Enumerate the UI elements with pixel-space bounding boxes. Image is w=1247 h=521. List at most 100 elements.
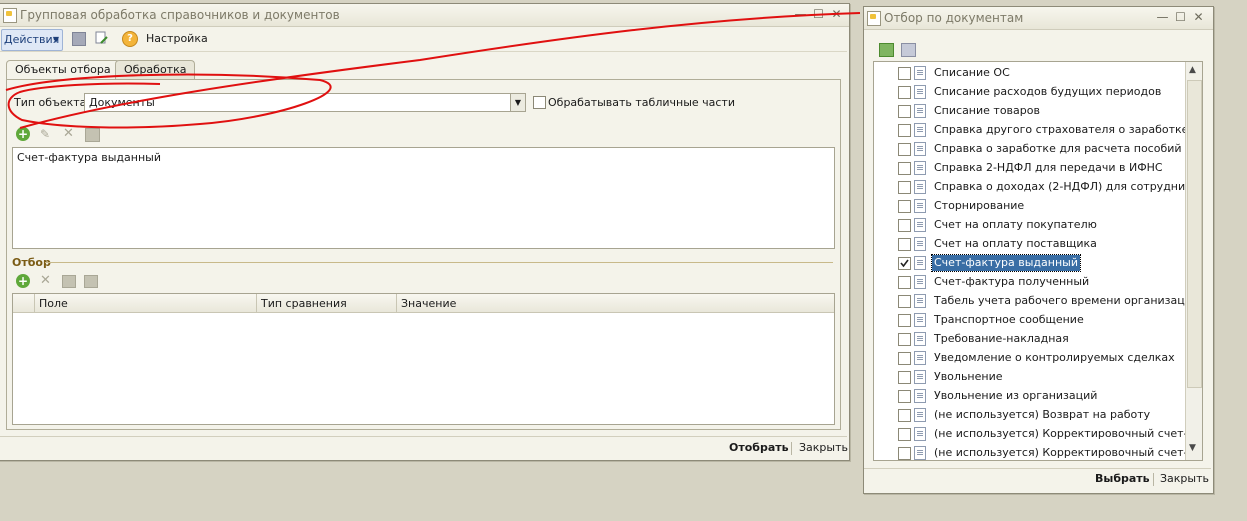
close-button[interactable]: Закрыть <box>1160 470 1209 488</box>
document-item-label[interactable]: Увольнение из организаций <box>932 388 1099 404</box>
uncheck-all-icon[interactable] <box>901 43 916 57</box>
tab-panel: Тип объекта: Документы ▼ Обрабатывать та… <box>6 79 841 430</box>
document-checkbox[interactable] <box>898 409 911 422</box>
document-checkbox[interactable] <box>898 124 911 137</box>
document-checkbox[interactable] <box>898 333 911 346</box>
document-item-label[interactable]: (не используется) Возврат на работу <box>932 407 1152 423</box>
save-list-icon[interactable] <box>85 128 100 142</box>
document-checkbox[interactable] <box>898 352 911 365</box>
scroll-up-icon[interactable]: ▲ <box>1189 65 1196 75</box>
document-item-label[interactable]: Счет-фактура полученный <box>932 274 1091 290</box>
actions-menu-label: Действия <box>4 33 60 46</box>
document-item-label[interactable]: Сторнирование <box>932 198 1026 214</box>
minimize-icon[interactable]: — <box>1156 11 1169 24</box>
document-checkbox[interactable] <box>898 390 911 403</box>
document-icon <box>914 237 926 251</box>
delete-filter-icon[interactable]: ✕ <box>40 273 51 288</box>
document-item-label[interactable]: Справка другого страхователя о заработке <box>932 122 1190 138</box>
filter-table[interactable]: Поле Тип сравнения Значение <box>12 293 835 425</box>
document-item-label[interactable]: Увольнение <box>932 369 1005 385</box>
document-checkbox[interactable] <box>898 86 911 99</box>
document-checkbox[interactable] <box>898 428 911 441</box>
filter-col-comparison[interactable]: Тип сравнения <box>257 294 397 313</box>
document-icon <box>914 275 926 289</box>
document-checkbox[interactable] <box>898 314 911 327</box>
document-checkbox[interactable] <box>898 143 911 156</box>
document-item-label[interactable]: Уведомление о контролируемых сделках <box>932 350 1177 366</box>
document-item-label[interactable]: Счет на оплату покупателю <box>932 217 1099 233</box>
filter-col-field[interactable]: Поле <box>35 294 257 313</box>
document-item-label[interactable]: (не используется) Корректировочный счет-… <box>932 426 1202 442</box>
maximize-icon[interactable]: ☐ <box>1174 11 1187 24</box>
objects-list[interactable]: Счет-фактура выданный <box>12 147 835 249</box>
object-type-select[interactable]: Документы ▼ <box>84 93 526 112</box>
filter-col-empty <box>13 294 35 313</box>
document-item-label[interactable]: Транспортное сообщение <box>932 312 1086 328</box>
check-all-icon[interactable] <box>879 43 894 57</box>
footer-separator <box>1153 473 1154 486</box>
document-checkbox[interactable] <box>898 257 911 270</box>
choose-button[interactable]: Выбрать <box>1095 470 1150 488</box>
document-checkbox[interactable] <box>898 276 911 289</box>
process-tables-label: Обрабатывать табличные части <box>548 96 735 109</box>
add-filter-icon[interactable]: + <box>16 274 30 288</box>
save-icon[interactable] <box>72 32 86 46</box>
main-titlebar[interactable]: Групповая обработка справочников и докум… <box>0 4 849 27</box>
tab-selection-objects[interactable]: Объекты отбора <box>6 60 120 80</box>
maximize-icon[interactable]: ☐ <box>812 8 825 21</box>
document-item-label[interactable]: Счет на оплату поставщика <box>932 236 1099 252</box>
refresh-icon[interactable] <box>95 31 108 45</box>
document-item-label[interactable]: (не используется) Корректировочный счет-… <box>932 445 1202 460</box>
scroll-down-icon[interactable]: ▼ <box>1189 443 1196 453</box>
document-icon <box>914 199 926 213</box>
delete-icon[interactable]: ✕ <box>63 126 74 141</box>
close-button[interactable]: Закрыть <box>799 439 848 457</box>
doc-filter-titlebar[interactable]: Отбор по документам — ☐ ✕ <box>864 7 1213 30</box>
document-item-label[interactable]: Требование-накладная <box>932 331 1071 347</box>
document-item-label[interactable]: Списание товаров <box>932 103 1042 119</box>
scroll-thumb[interactable] <box>1187 80 1202 388</box>
document-item-label[interactable]: Справка о доходах (2-НДФЛ) для сотрудник… <box>932 179 1202 195</box>
document-checkbox[interactable] <box>898 295 911 308</box>
tab-processing[interactable]: Обработка <box>115 60 196 79</box>
document-icon <box>914 66 926 80</box>
edit-icon[interactable]: ✎ <box>40 127 50 141</box>
document-icon <box>914 389 926 403</box>
document-list[interactable]: Списание ОС Списание расходов будущих пер… <box>873 61 1203 461</box>
document-checkbox[interactable] <box>898 219 911 232</box>
check-all-icon[interactable] <box>62 275 76 288</box>
close-icon[interactable]: ✕ <box>1192 11 1205 24</box>
document-checkbox[interactable] <box>898 238 911 251</box>
document-checkbox[interactable] <box>898 181 911 194</box>
document-checkbox[interactable] <box>898 105 911 118</box>
document-item-label[interactable]: Списание ОС <box>932 65 1012 81</box>
minimize-icon[interactable]: — <box>794 8 807 21</box>
scrollbar[interactable]: ▲ ▼ <box>1185 62 1202 460</box>
document-checkbox[interactable] <box>898 67 911 80</box>
document-checkbox[interactable] <box>898 162 911 175</box>
select-button[interactable]: Отобрать <box>729 439 789 457</box>
window-title: Групповая обработка справочников и докум… <box>20 8 340 22</box>
document-item-label[interactable]: Счет-фактура выданный <box>931 254 1081 272</box>
document-item-label[interactable]: Списание расходов будущих периодов <box>932 84 1163 100</box>
document-checkbox[interactable] <box>898 200 911 213</box>
add-icon[interactable]: + <box>16 127 30 141</box>
settings-button[interactable]: Настройка <box>146 29 208 49</box>
process-tables-checkbox[interactable] <box>533 96 546 109</box>
actions-menu-button[interactable]: Действия ▼ <box>1 29 63 51</box>
main-window: Групповая обработка справочников и докум… <box>0 3 850 461</box>
document-item-label[interactable]: Справка о заработке для расчета пособий <box>932 141 1184 157</box>
close-icon[interactable]: ✕ <box>830 8 843 21</box>
document-item-label[interactable]: Табель учета рабочего времени организаци… <box>932 293 1201 309</box>
help-icon[interactable]: ? <box>122 31 138 47</box>
document-checkbox[interactable] <box>898 371 911 384</box>
filter-col-value[interactable]: Значение <box>397 294 834 313</box>
list-item[interactable]: Счет-фактура выданный <box>17 151 161 164</box>
document-icon <box>914 351 926 365</box>
document-icon <box>914 427 926 441</box>
dropdown-arrow-icon[interactable]: ▼ <box>510 94 525 111</box>
main-toolbar: Действия ▼ ? Настройка <box>0 27 847 52</box>
document-item-label[interactable]: Справка 2-НДФЛ для передачи в ИФНС <box>932 160 1165 176</box>
document-checkbox[interactable] <box>898 447 911 460</box>
uncheck-all-icon[interactable] <box>84 275 98 288</box>
